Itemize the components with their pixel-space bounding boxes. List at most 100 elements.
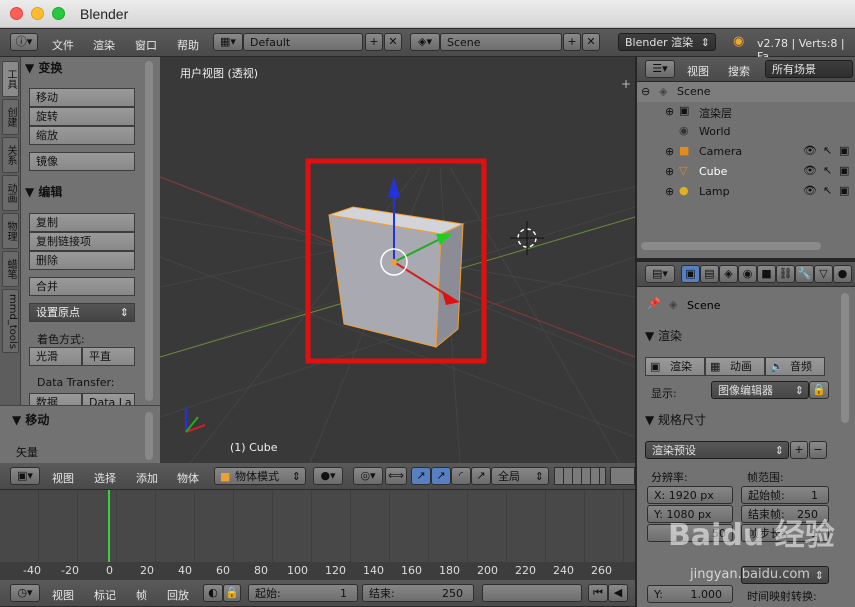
layer-buttons-more[interactable] [610,467,635,485]
operator-panel-header[interactable]: ▼ 移动 [12,411,124,431]
play-reverse-icon[interactable]: ◀ [608,584,628,602]
selectable-arrow-icon[interactable]: ↖ [823,184,832,197]
menu-select[interactable]: 选择 [94,470,116,486]
menu-render[interactable]: 渲染 [93,37,115,53]
viewport-add-region-icon[interactable]: + [621,77,631,91]
tool-shelf-scrollbar[interactable] [145,61,153,401]
outliner-row-camera[interactable]: ⊕ ■ Camera 👁 ↖ ▣ [637,142,855,162]
outliner-row-cube[interactable]: ⊕ ▽ Cube 👁 ↖ ▣ [637,162,855,182]
expand-icon[interactable]: ⊕ [665,105,674,118]
outliner-menu-search[interactable]: 搜索 [728,63,750,79]
outliner-row-renderlayers[interactable]: ⊕ ▣ 渲染层 [637,102,855,122]
render-layers-tab-icon[interactable]: ▤ [700,265,719,283]
close-window-button[interactable] [10,7,23,20]
editor-type-outliner-icon[interactable]: ☰▾ [645,60,675,78]
minimize-window-button[interactable] [31,7,44,20]
lock-interface-icon[interactable]: 🔒 [809,381,829,399]
mirror-button[interactable]: 镜像 [29,152,135,171]
outliner-row-lamp[interactable]: ⊕ ● Lamp 👁 ↖ ▣ [637,182,855,202]
properties-scrollbar[interactable] [841,293,849,423]
expand-icon[interactable]: ⊕ [665,165,674,178]
transform-orientation-icon[interactable]: ↗ [471,467,491,485]
translate-manipulator-icon[interactable]: ↗ [411,467,431,485]
outliner-scrollbar[interactable] [641,242,821,250]
set-origin-dropdown[interactable]: 设置原点 ⇕ [29,303,135,322]
collapse-icon[interactable]: ⊖ [641,85,650,98]
timeline[interactable]: -40 -20 0 20 40 60 80 100 120 140 160 18… [0,490,635,580]
visibility-eye-icon[interactable]: 👁 [803,184,817,197]
render-tab-icon[interactable]: ▣ [681,265,700,283]
tab-tools[interactable]: 工具 [2,61,19,97]
resolution-x-field[interactable]: X: 1920 px [647,486,733,504]
pin-icon[interactable]: 📌 [647,297,661,310]
scale-button[interactable]: 缩放 [29,126,135,145]
3d-viewport[interactable]: 用户视图 (透视) (1) Cube + [160,57,635,463]
render-engine-dropdown[interactable]: Blender 渲染 ⇕ [618,33,716,51]
add-layout-icon[interactable]: + [365,33,383,51]
outliner-menu-view[interactable]: 视图 [687,63,709,79]
shade-flat-button[interactable]: 平直 [82,347,135,366]
delete-button[interactable]: 删除 [29,251,135,270]
current-frame-indicator[interactable] [108,490,110,562]
pivot-point-icon[interactable]: ◎▾ [353,467,383,485]
visibility-eye-icon[interactable]: 👁 [803,144,817,157]
display-dropdown[interactable]: 图像编辑器 ⇕ [711,381,809,399]
editor-type-3dview-icon[interactable]: ▣▾ [10,467,40,485]
tab-physics[interactable]: 物理 [2,213,19,249]
remove-preset-icon[interactable]: − [809,441,827,459]
material-tab-icon[interactable]: ● [833,265,852,283]
render-preset-dropdown[interactable]: 渲染预设 ⇕ [645,441,789,459]
shade-smooth-button[interactable]: 光滑 [29,347,82,366]
operator-scrollbar[interactable] [145,412,153,460]
selectable-arrow-icon[interactable]: ↖ [823,144,832,157]
menu-frame[interactable]: 帧 [136,587,147,603]
tab-create[interactable]: 创建 [2,99,19,135]
scale-manipulator-icon[interactable]: ◜ [451,467,471,485]
frame-start-field[interactable]: 起始帧: 1 [741,486,829,504]
menu-add[interactable]: 添加 [136,470,158,486]
world-tab-icon[interactable]: ◉ [738,265,757,283]
viewport-shading-icon[interactable]: ●▾ [313,467,343,485]
selectable-arrow-icon[interactable]: ↖ [823,164,832,177]
render-image-button[interactable]: ▣ 渲染 [645,357,705,376]
rotate-button[interactable]: 旋转 [29,107,135,126]
mode-dropdown[interactable]: ■ 物体模式 ⇕ [214,467,306,485]
transform-panel-header[interactable]: ▼ 变换 [25,59,137,79]
tab-grease-pencil[interactable]: 蜡笔 [2,251,19,287]
menu-marker[interactable]: 标记 [94,587,116,603]
scene-tab-icon[interactable]: ◈ [719,265,738,283]
menu-file[interactable]: 文件 [52,37,74,53]
render-audio-button[interactable]: 🔈 音频 [765,357,825,376]
editor-type-timeline-icon[interactable]: ◷▾ [10,584,40,602]
render-panel-header[interactable]: ▼ 渲染 [645,327,831,347]
duplicate-linked-button[interactable]: 复制链接项 [29,232,135,251]
menu-object[interactable]: 物体 [177,470,199,486]
expand-icon[interactable]: ⊕ [665,185,674,198]
add-preset-icon[interactable]: + [790,441,808,459]
scene-icon[interactable]: ◈▾ [410,33,440,51]
editor-type-properties-icon[interactable]: ▤▾ [645,265,675,283]
constraints-tab-icon[interactable]: ⛓ [776,265,795,283]
outliner-row-scene[interactable]: ⊖ ◈ Scene [637,82,855,102]
zoom-window-button[interactable] [52,7,65,20]
render-animation-button[interactable]: ▦ 动画 [705,357,765,376]
gizmo-z-arrow-icon[interactable] [388,177,400,197]
menu-timeline-view[interactable]: 视图 [52,587,74,603]
tab-animation[interactable]: 动画 [2,175,19,211]
remove-layout-icon[interactable]: ✕ [384,33,402,51]
renderable-camera-icon[interactable]: ▣ [839,184,849,197]
menu-playback[interactable]: 回放 [167,587,189,603]
renderable-camera-icon[interactable]: ▣ [839,144,849,157]
data-tab-icon[interactable]: ▽ [814,265,833,283]
transform-orientation-dropdown[interactable]: 全局 ⇕ [491,467,549,485]
screen-layout-field[interactable]: Default [243,33,363,51]
renderable-camera-icon[interactable]: ▣ [839,164,849,177]
outliner-filter-dropdown[interactable]: 所有场景 [765,60,853,78]
expand-icon[interactable]: ⊕ [665,145,674,158]
jump-start-icon[interactable]: ⏮ [588,584,608,602]
translate-button[interactable]: 移动 [29,88,135,107]
outliner-row-world[interactable]: ◉ World [637,122,855,142]
dimensions-panel-header[interactable]: ▼ 规格尺寸 [645,411,831,431]
current-frame-field[interactable] [482,584,582,602]
menu-window[interactable]: 窗口 [135,37,157,53]
